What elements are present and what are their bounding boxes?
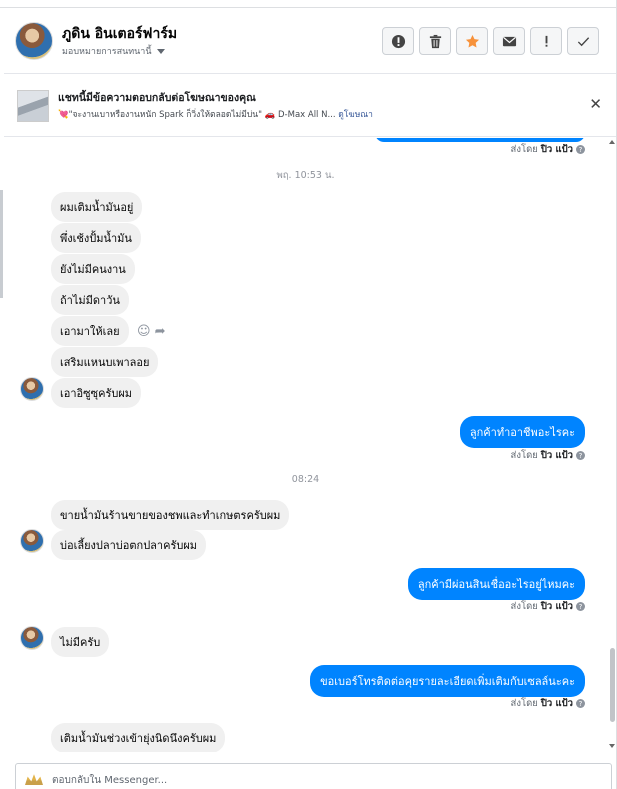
info-icon[interactable]: ?: [576, 145, 585, 154]
close-icon[interactable]: ✕: [589, 97, 602, 112]
top-divider: [0, 0, 617, 8]
info-icon[interactable]: ?: [576, 451, 585, 460]
follow-up-button[interactable]: [530, 27, 562, 55]
incoming-message[interactable]: ยังไม่มีคนงาน: [51, 254, 135, 284]
incoming-message[interactable]: พึ่งเช้งปั้มน้ำมัน: [51, 223, 141, 253]
scrollbar-thumb[interactable]: [610, 648, 615, 722]
conversation-header: ภูดิน อินเตอร์ฟาร์ม มอบหมายการสนทนานี้: [4, 8, 616, 74]
incoming-message[interactable]: ผมเติมน้ำมันอยู่: [51, 192, 143, 222]
mark-spam-button[interactable]: [382, 27, 414, 55]
info-icon[interactable]: ?: [576, 699, 585, 708]
ad-caption: 💘"จะงานเบาหรืองานหนัก Spark ก็วิ่งให้ตลอ…: [58, 110, 336, 120]
incoming-message[interactable]: เสริมแหนบเพาลอย: [51, 347, 159, 377]
sender-avatar[interactable]: [20, 377, 44, 401]
reply-placeholder: ตอบกลับใน Messenger...: [52, 775, 168, 786]
incoming-message[interactable]: ถ้าไม่มีดาวัน: [51, 285, 129, 315]
incoming-message[interactable]: เติมน้ำมันช่วงเข้ายุ่งนิดนึงครับผม: [51, 723, 226, 752]
conversation-panel: ภูดิน อินเตอร์ฟาร์ม มอบหมายการสนทนานี้ แ…: [0, 0, 617, 789]
reply-input[interactable]: ตอบกลับใน Messenger...: [15, 763, 612, 789]
star-button[interactable]: [456, 27, 488, 55]
delete-button[interactable]: [419, 27, 451, 55]
ad-banner-title: แชทนี้มีข้อความตอบกลับต่อโฆษณาของคุณ: [58, 92, 256, 104]
trash-icon: [429, 34, 441, 48]
outgoing-message[interactable]: ลูกค้าทำอาชีพอะไรคะ: [459, 416, 585, 448]
left-scroll-indicator: [0, 190, 3, 298]
info-icon[interactable]: ?: [576, 602, 585, 611]
incoming-message[interactable]: เอาอิซูซุครับผม: [51, 378, 142, 408]
sent-by-label: ส่งโดย ปิว แป้ว?: [511, 142, 585, 157]
mark-unread-button[interactable]: [493, 27, 525, 55]
emoji-icon[interactable]: ☺: [137, 324, 151, 339]
sent-by-label: ส่งโดย ปิว แป้ว?: [511, 599, 585, 614]
star-icon: [465, 34, 479, 47]
timestamp: พฤ. 10:53 น.: [276, 170, 335, 181]
assign-label: มอบหมายการสนทนานี้: [62, 47, 152, 57]
ad-reply-banner: แชทนี้มีข้อความตอบกลับต่อโฆษณาของคุณ 💘"จ…: [4, 75, 616, 137]
message-thread[interactable]: ส่งโดย ปิว แป้ว? พฤ. 10:53 น. ผมเติมน้ำมั…: [4, 138, 607, 752]
scroll-down-arrow-icon[interactable]: [609, 744, 615, 748]
chat-scrollbar[interactable]: [608, 138, 617, 752]
chevron-down-icon: [156, 48, 165, 54]
exclamation-icon: [545, 35, 547, 47]
sender-avatar[interactable]: [20, 626, 44, 650]
view-ad-link[interactable]: ดูโฆษณา: [338, 110, 373, 120]
outgoing-message[interactable]: ลูกค้ามีผ่อนสินเชื่ออะไรอยู่ไหมคะ: [407, 568, 585, 600]
header-actions: [382, 27, 599, 55]
timestamp: 08:24: [291, 474, 320, 485]
ad-thumbnail[interactable]: [17, 90, 49, 122]
reply-icon[interactable]: ➦: [155, 324, 166, 339]
incoming-message[interactable]: ไม่มีครับ: [51, 627, 110, 657]
page-logo-icon: [25, 774, 43, 785]
scroll-up-arrow-icon[interactable]: [609, 140, 615, 144]
incoming-message[interactable]: บ่อเลี้ยงปลาบ่อตกปลาครับผม: [51, 530, 207, 560]
mark-done-button[interactable]: [567, 27, 599, 55]
incoming-message[interactable]: ขายน้ำมันร้านขายของชพและทำเกษตรครับผม: [51, 500, 290, 530]
assign-conversation-dropdown[interactable]: มอบหมายการสนทนานี้: [62, 44, 165, 58]
sent-by-label: ส่งโดย ปิว แป้ว?: [511, 696, 585, 711]
incoming-message[interactable]: เอามาให้เลย: [51, 316, 129, 346]
outgoing-message[interactable]: ขอเบอร์โทรติดต่อคุยรายละเอียดเพิ่มเติมกั…: [310, 665, 585, 697]
contact-avatar[interactable]: [15, 22, 53, 60]
ad-banner-subtitle: 💘"จะงานเบาหรืองานหนัก Spark ก็วิ่งให้ตลอ…: [58, 107, 528, 121]
sent-by-label: ส่งโดย ปิว แป้ว?: [511, 448, 585, 463]
contact-name[interactable]: ภูดิน อินเตอร์ฟาร์ม: [62, 23, 177, 45]
spam-icon: [391, 34, 405, 48]
sender-avatar[interactable]: [20, 529, 44, 553]
envelope-icon: [502, 36, 516, 46]
check-icon: [577, 36, 589, 46]
message-actions: ☺ ➦: [137, 324, 165, 339]
